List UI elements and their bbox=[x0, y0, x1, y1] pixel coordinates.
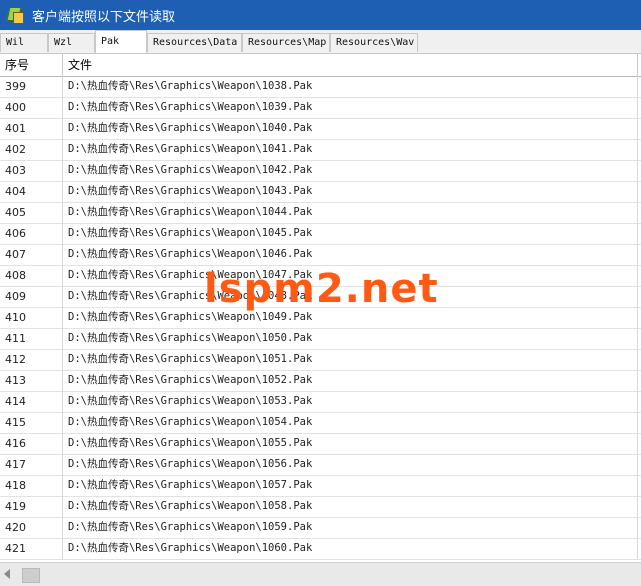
table-row[interactable]: 403D:\热血传奇\Res\Graphics\Weapon\1042.PakI bbox=[0, 160, 641, 182]
row-file-path: D:\热血传奇\Res\Graphics\Weapon\1049.Pak bbox=[63, 307, 638, 328]
row-file-path: D:\热血传奇\Res\Graphics\Weapon\1055.Pak bbox=[63, 433, 638, 454]
arrow-left-icon[interactable] bbox=[4, 569, 10, 579]
table-row[interactable]: 409D:\热血传奇\Res\Graphics\Weapon\1048.PakI bbox=[0, 286, 641, 308]
table-row[interactable]: 421D:\热血传奇\Res\Graphics\Weapon\1060.PakI bbox=[0, 538, 641, 560]
tab-resources-wav[interactable]: Resources\Wav bbox=[330, 33, 418, 52]
row-index: 419 bbox=[0, 496, 63, 517]
row-file-path: D:\热血传奇\Res\Graphics\Weapon\1059.Pak bbox=[63, 517, 638, 538]
table-row[interactable]: 402D:\热血传奇\Res\Graphics\Weapon\1041.PakI bbox=[0, 139, 641, 161]
row-index: 413 bbox=[0, 370, 63, 391]
row-file-path: D:\热血传奇\Res\Graphics\Weapon\1060.Pak bbox=[63, 538, 638, 559]
row-file-path: D:\热血传奇\Res\Graphics\Weapon\1056.Pak bbox=[63, 454, 638, 475]
row-index: 406 bbox=[0, 223, 63, 244]
row-index: 402 bbox=[0, 139, 63, 160]
table-row[interactable]: 417D:\热血传奇\Res\Graphics\Weapon\1056.PakI bbox=[0, 454, 641, 476]
row-index: 417 bbox=[0, 454, 63, 475]
row-index: 409 bbox=[0, 286, 63, 307]
table-row[interactable]: 405D:\热血传奇\Res\Graphics\Weapon\1044.PakI bbox=[0, 202, 641, 224]
column-header-file[interactable]: 文件 bbox=[63, 54, 638, 76]
table-row[interactable]: 411D:\热血传奇\Res\Graphics\Weapon\1050.PakI bbox=[0, 328, 641, 350]
row-file-path: D:\热血传奇\Res\Graphics\Weapon\1051.Pak bbox=[63, 349, 638, 370]
tab-strip: Wil Wzl Pak Resources\Data Resources\Map… bbox=[0, 30, 641, 54]
table-row[interactable]: 408D:\热血传奇\Res\Graphics\Weapon\1047.PakI bbox=[0, 265, 641, 287]
row-index: 410 bbox=[0, 307, 63, 328]
row-file-path: D:\热血传奇\Res\Graphics\Weapon\1047.Pak bbox=[63, 265, 638, 286]
row-index: 416 bbox=[0, 433, 63, 454]
table-row[interactable]: 401D:\热血传奇\Res\Graphics\Weapon\1040.PakI bbox=[0, 118, 641, 140]
table-row[interactable]: 418D:\热血传奇\Res\Graphics\Weapon\1057.PakI bbox=[0, 475, 641, 497]
tab-wzl[interactable]: Wzl bbox=[48, 33, 95, 52]
row-index: 418 bbox=[0, 475, 63, 496]
tab-wil[interactable]: Wil bbox=[0, 33, 48, 52]
table-row[interactable]: 415D:\热血传奇\Res\Graphics\Weapon\1054.PakI bbox=[0, 412, 641, 434]
row-file-path: D:\热血传奇\Res\Graphics\Weapon\1058.Pak bbox=[63, 496, 638, 517]
row-file-path: D:\热血传奇\Res\Graphics\Weapon\1038.Pak bbox=[63, 76, 638, 97]
row-file-path: D:\热血传奇\Res\Graphics\Weapon\1042.Pak bbox=[63, 160, 638, 181]
row-index: 399 bbox=[0, 76, 63, 97]
app-icon bbox=[6, 6, 24, 24]
row-file-path: D:\热血传奇\Res\Graphics\Weapon\1040.Pak bbox=[63, 118, 638, 139]
column-header-index[interactable]: 序号 bbox=[0, 54, 63, 76]
table-row[interactable]: 407D:\热血传奇\Res\Graphics\Weapon\1046.PakI bbox=[0, 244, 641, 266]
title-bar: 客户端按照以下文件读取 bbox=[0, 0, 641, 30]
tab-resources-data[interactable]: Resources\Data bbox=[147, 33, 242, 52]
table-row[interactable]: 414D:\热血传奇\Res\Graphics\Weapon\1053.PakI bbox=[0, 391, 641, 413]
table-row[interactable]: 420D:\热血传奇\Res\Graphics\Weapon\1059.PakI bbox=[0, 517, 641, 539]
row-index: 420 bbox=[0, 517, 63, 538]
row-index: 407 bbox=[0, 244, 63, 265]
row-index: 403 bbox=[0, 160, 63, 181]
row-file-path: D:\热血传奇\Res\Graphics\Weapon\1050.Pak bbox=[63, 328, 638, 349]
row-file-path: D:\热血传奇\Res\Graphics\Weapon\1048.Pak bbox=[63, 286, 638, 307]
row-index: 411 bbox=[0, 328, 63, 349]
row-file-path: D:\热血传奇\Res\Graphics\Weapon\1043.Pak bbox=[63, 181, 638, 202]
row-index: 400 bbox=[0, 97, 63, 118]
row-file-path: D:\热血传奇\Res\Graphics\Weapon\1052.Pak bbox=[63, 370, 638, 391]
row-index: 408 bbox=[0, 265, 63, 286]
row-index: 421 bbox=[0, 538, 63, 559]
table-row[interactable]: 412D:\热血传奇\Res\Graphics\Weapon\1051.PakI bbox=[0, 349, 641, 371]
table-row[interactable]: 400D:\热血传奇\Res\Graphics\Weapon\1039.PakI bbox=[0, 97, 641, 119]
table-header: 序号 文件 状 bbox=[0, 54, 641, 77]
table-row[interactable]: 416D:\热血传奇\Res\Graphics\Weapon\1055.PakI bbox=[0, 433, 641, 455]
row-index: 415 bbox=[0, 412, 63, 433]
tab-pak[interactable]: Pak bbox=[95, 30, 147, 53]
table-row[interactable]: 406D:\热血传奇\Res\Graphics\Weapon\1045.PakI bbox=[0, 223, 641, 245]
row-file-path: D:\热血传奇\Res\Graphics\Weapon\1054.Pak bbox=[63, 412, 638, 433]
row-index: 414 bbox=[0, 391, 63, 412]
file-list-table[interactable]: 序号 文件 状 399D:\热血传奇\Res\Graphics\Weapon\1… bbox=[0, 54, 641, 562]
row-index: 401 bbox=[0, 118, 63, 139]
row-file-path: D:\热血传奇\Res\Graphics\Weapon\1046.Pak bbox=[63, 244, 638, 265]
table-row[interactable]: 419D:\热血传奇\Res\Graphics\Weapon\1058.PakI bbox=[0, 496, 641, 518]
row-file-path: D:\热血传奇\Res\Graphics\Weapon\1045.Pak bbox=[63, 223, 638, 244]
table-row[interactable]: 404D:\热血传奇\Res\Graphics\Weapon\1043.PakI bbox=[0, 181, 641, 203]
row-file-path: D:\热血传奇\Res\Graphics\Weapon\1057.Pak bbox=[63, 475, 638, 496]
row-file-path: D:\热血传奇\Res\Graphics\Weapon\1053.Pak bbox=[63, 391, 638, 412]
table-row[interactable]: 399D:\热血传奇\Res\Graphics\Weapon\1038.PakI bbox=[0, 76, 641, 98]
window-title: 客户端按照以下文件读取 bbox=[32, 9, 176, 25]
row-file-path: D:\热血传奇\Res\Graphics\Weapon\1039.Pak bbox=[63, 97, 638, 118]
table-row[interactable]: 413D:\热血传奇\Res\Graphics\Weapon\1052.PakI bbox=[0, 370, 641, 392]
tab-resources-map[interactable]: Resources\Map bbox=[242, 33, 330, 52]
horizontal-scrollbar[interactable] bbox=[0, 562, 641, 586]
row-file-path: D:\热血传奇\Res\Graphics\Weapon\1044.Pak bbox=[63, 202, 638, 223]
row-index: 405 bbox=[0, 202, 63, 223]
scrollbar-thumb[interactable] bbox=[22, 568, 40, 583]
row-index: 412 bbox=[0, 349, 63, 370]
table-row[interactable]: 410D:\热血传奇\Res\Graphics\Weapon\1049.PakI bbox=[0, 307, 641, 329]
row-file-path: D:\热血传奇\Res\Graphics\Weapon\1041.Pak bbox=[63, 139, 638, 160]
row-index: 404 bbox=[0, 181, 63, 202]
